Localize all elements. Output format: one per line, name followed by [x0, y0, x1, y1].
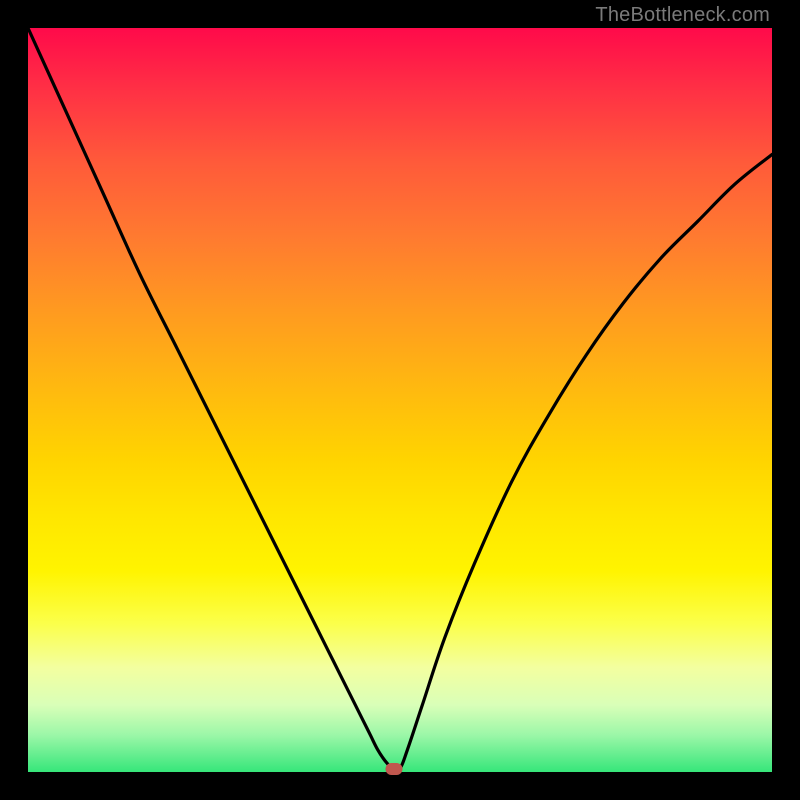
- chart-frame: TheBottleneck.com: [0, 0, 800, 800]
- bottleneck-curve: [28, 28, 772, 772]
- optimal-marker-icon: [386, 763, 403, 775]
- watermark-text: TheBottleneck.com: [595, 4, 770, 27]
- plot-area: [28, 28, 772, 772]
